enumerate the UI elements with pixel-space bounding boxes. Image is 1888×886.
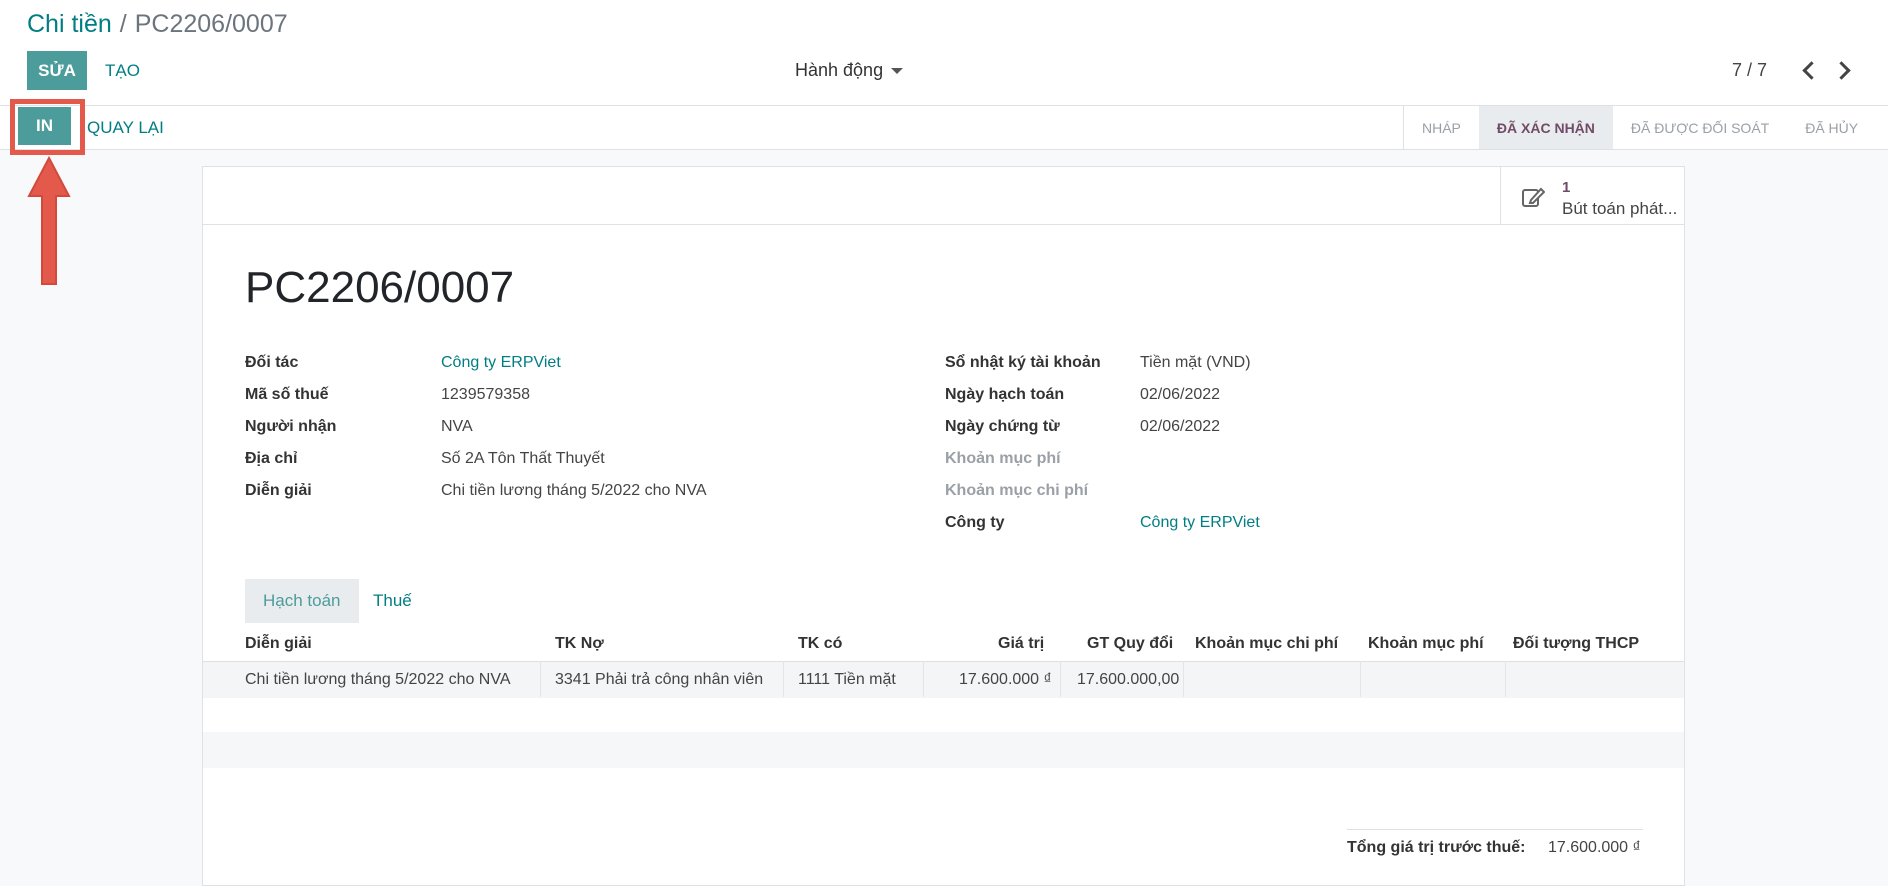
edit-button[interactable]: SỬA bbox=[27, 51, 87, 90]
cell-divider bbox=[1060, 661, 1061, 697]
column-header[interactable]: Đối tượng THCP bbox=[1513, 635, 1639, 653]
status-bar: NHÁP ĐÃ XÁC NHẬN ĐÃ ĐƯỢC ĐỐI SOÁT ĐÃ HỦY bbox=[1403, 106, 1888, 150]
pager-value[interactable]: 7 / 7 bbox=[1732, 60, 1767, 81]
field-label-partner: Đối tác bbox=[245, 354, 299, 371]
field-value-recipient: NVA bbox=[441, 418, 473, 435]
action-menu-label: Hành động bbox=[795, 60, 884, 80]
cell-divider bbox=[923, 661, 924, 697]
column-header[interactable]: Khoản mục phí bbox=[1368, 635, 1484, 653]
chevron-right-icon bbox=[1831, 60, 1851, 80]
column-header[interactable]: Giá trị bbox=[998, 635, 1044, 653]
cell-divider bbox=[1360, 661, 1361, 697]
field-value-company[interactable]: Công ty ERPViet bbox=[1140, 514, 1260, 532]
pager-previous-button[interactable] bbox=[1797, 58, 1821, 82]
field-value-address: Số 2A Tôn Thất Thuyết bbox=[441, 450, 605, 467]
total-untaxed-value: 17.600.000 ₫ bbox=[1548, 839, 1641, 856]
field-label-expense-item: Khoản mục chi phí bbox=[945, 482, 1089, 499]
totals-divider bbox=[1347, 829, 1643, 830]
edit-icon bbox=[1522, 187, 1545, 207]
breadcrumb: Chi tiền / PC2206/0007 bbox=[27, 8, 288, 40]
divider bbox=[0, 149, 1888, 150]
status-step-draft[interactable]: NHÁP bbox=[1404, 106, 1479, 150]
column-header[interactable]: TK Nợ bbox=[555, 635, 604, 653]
total-untaxed-label: Tổng giá trị trước thuế: bbox=[1347, 839, 1526, 856]
cell-divider bbox=[1183, 661, 1184, 697]
status-step-reconciled[interactable]: ĐÃ ĐƯỢC ĐỐI SOÁT bbox=[1613, 106, 1787, 150]
field-label-recipient: Người nhận bbox=[245, 418, 337, 435]
field-value-partner[interactable]: Công ty ERPViet bbox=[441, 354, 561, 372]
column-header[interactable]: TK có bbox=[798, 635, 842, 653]
breadcrumb-separator: / bbox=[119, 10, 127, 38]
table-cell: 17.600.000,00 bbox=[1077, 671, 1180, 688]
field-value-accounting-date: 02/06/2022 bbox=[1140, 386, 1221, 403]
pager-next-button[interactable] bbox=[1831, 58, 1855, 82]
field-label-address: Địa chỉ bbox=[245, 450, 298, 467]
field-value-document-date: 02/06/2022 bbox=[1140, 418, 1221, 435]
stat-label: Bút toán phát... bbox=[1562, 199, 1678, 218]
button-box: 1 Bút toán phát... bbox=[203, 167, 1684, 225]
cell-divider bbox=[1505, 661, 1506, 697]
field-label-tax-code: Mã số thuế bbox=[245, 386, 329, 403]
field-value-journal: Tiền mặt (VND) bbox=[1140, 354, 1251, 371]
create-button[interactable]: TẠO bbox=[105, 61, 140, 81]
control-panel: Chi tiền / PC2206/0007 SỬA TẠO Hành động 7… bbox=[0, 0, 1888, 150]
breadcrumb-current: PC2206/0007 bbox=[134, 10, 288, 38]
field-label-document-date: Ngày chứng từ bbox=[945, 418, 1060, 435]
table-cell: 1111 Tiền mặt bbox=[798, 671, 896, 688]
field-label-company: Công ty bbox=[945, 514, 1005, 531]
annotation-highlight-box bbox=[10, 99, 85, 155]
form-sheet: 1 Bút toán phát... PC2206/0007 Đối tác C… bbox=[202, 166, 1685, 886]
annotation-arrow-icon bbox=[27, 155, 71, 285]
breadcrumb-parent-link[interactable]: Chi tiền bbox=[27, 10, 112, 38]
field-value-description: Chi tiền lương tháng 5/2022 cho NVA bbox=[441, 482, 707, 499]
field-label-description: Diễn giải bbox=[245, 482, 312, 499]
column-header[interactable]: Diễn giải bbox=[245, 635, 312, 653]
table-cell: 3341 Phải trả công nhân viên bbox=[555, 671, 764, 688]
cell-divider bbox=[783, 661, 784, 697]
column-header[interactable]: GT Quy đổi bbox=[1087, 635, 1173, 653]
field-value-tax-code: 1239579358 bbox=[441, 386, 530, 403]
empty-row bbox=[203, 732, 1684, 768]
tab-accounting[interactable]: Hạch toán bbox=[245, 579, 359, 623]
tab-tax[interactable]: Thuế bbox=[355, 579, 430, 623]
field-label-accounting-date: Ngày hạch toán bbox=[945, 386, 1065, 403]
field-label-fee-item: Khoản mục phí bbox=[945, 450, 1061, 467]
journal-entries-button[interactable]: 1 Bút toán phát... bbox=[1500, 167, 1685, 224]
cell-divider bbox=[540, 661, 541, 697]
status-step-cancelled[interactable]: ĐÃ HỦY bbox=[1787, 106, 1876, 150]
stat-count: 1 bbox=[1562, 179, 1571, 196]
table-cell: 17.600.000 ₫ bbox=[959, 671, 1052, 688]
chevron-down-icon bbox=[891, 68, 904, 75]
back-button[interactable]: QUAY LẠI bbox=[87, 118, 164, 138]
action-menu[interactable]: Hành động bbox=[795, 60, 904, 81]
chevron-left-icon bbox=[1801, 60, 1821, 80]
status-step-confirmed[interactable]: ĐÃ XÁC NHẬN bbox=[1478, 106, 1613, 150]
field-label-journal: Sổ nhật ký tài khoản bbox=[945, 354, 1101, 371]
table-cell: Chi tiền lương tháng 5/2022 cho NVA bbox=[245, 671, 511, 688]
column-header[interactable]: Khoản mục chi phí bbox=[1195, 635, 1338, 653]
record-title: PC2206/0007 bbox=[245, 263, 515, 312]
